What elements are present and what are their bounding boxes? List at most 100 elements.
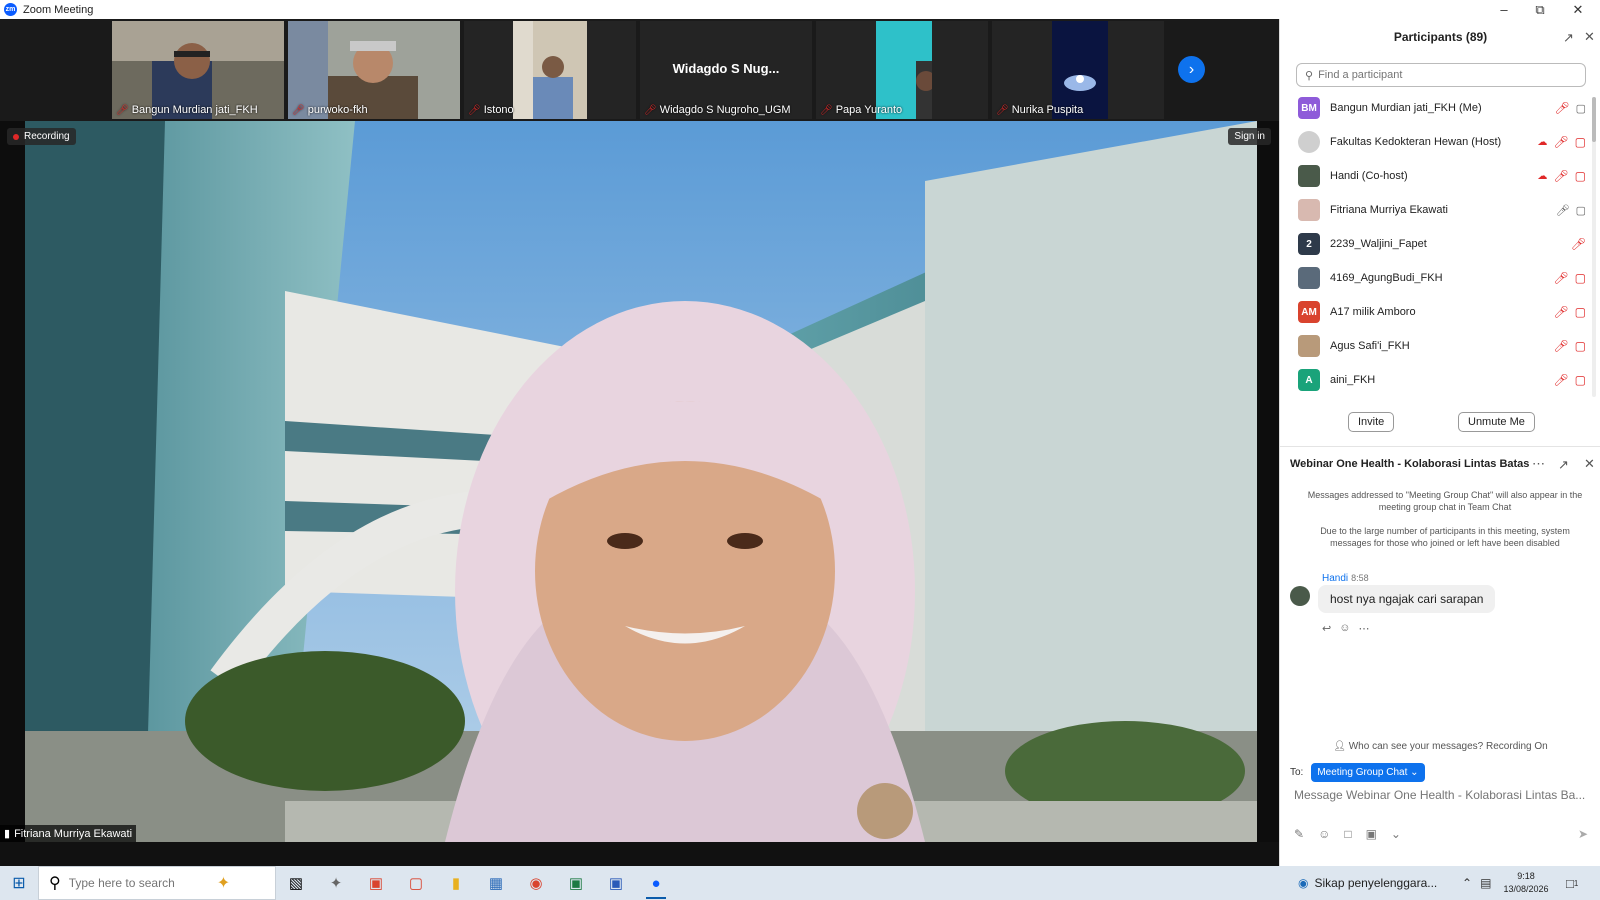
mic-muted-icon: 🎤︎ [292, 104, 305, 116]
message-sender[interactable]: Handi [1322, 573, 1348, 584]
mic-muted-icon[interactable]: 🎤︎ [1571, 237, 1586, 251]
avatar: AM [1298, 301, 1320, 323]
notification-icon[interactable]: □ 1 [1566, 866, 1578, 900]
window-title: Zoom Meeting [23, 3, 94, 16]
message-actions: ↩ ☺ ⋯ [1322, 622, 1369, 635]
close-window-button[interactable]: ✕ [1560, 0, 1596, 19]
scrollbar-thumb[interactable] [1592, 97, 1596, 142]
emoji-react-icon[interactable]: ☺ [1339, 622, 1350, 635]
video-tile[interactable]: 🎤︎ Bangun Murdian jati_FKH [112, 21, 284, 119]
chat-message[interactable]: host nya ngajak cari sarapan [1318, 585, 1496, 613]
mic-muted-icon[interactable]: 🎤︎ [1553, 169, 1568, 183]
title-bar: zm Zoom Meeting – ⧉ ✕ [0, 0, 1600, 19]
mic-muted-icon[interactable]: 🎤︎ [1553, 339, 1568, 353]
taskbar-search-input[interactable] [68, 876, 209, 890]
camera-off-icon[interactable]: ▢ [1575, 305, 1586, 319]
clock[interactable]: 9:18 13/08/2026 [1496, 870, 1556, 896]
avatar [1298, 131, 1320, 153]
video-tile[interactable]: 🎤︎ Nurika Puspita [992, 21, 1164, 119]
meeting-area: 🎤︎ Bangun Murdian jati_FKH 🎤︎ purwoko-fkh … [0, 19, 1279, 866]
next-page-arrow-icon[interactable]: › [1178, 56, 1205, 83]
participant-row[interactable]: 4169_AgungBudi_FKH 🎤︎ ▢ [1280, 261, 1590, 295]
mic-muted-icon[interactable]: 🎤︎ [1554, 101, 1569, 115]
windows-start-icon[interactable]: ⊞ [0, 866, 38, 900]
participant-scrollbar[interactable] [1592, 97, 1596, 397]
bird-app-icon[interactable]: ✦ [316, 866, 356, 900]
app-icon[interactable]: ▣ [356, 866, 396, 900]
close-chat-icon[interactable]: ✕ [1584, 456, 1595, 472]
task-view-icon[interactable]: ▧ [276, 866, 316, 900]
participant-search-input[interactable] [1318, 69, 1569, 81]
participant-row[interactable]: Fakultas Kedokteran Hewan (Host) ☁ 🎤︎ ▢ [1280, 125, 1590, 159]
camera-off-icon[interactable]: ▢ [1575, 169, 1586, 183]
message-meta: Handi 8:58 [1322, 573, 1369, 584]
restore-button[interactable]: ⧉ [1522, 0, 1558, 19]
search-icon: ⚲ [49, 875, 61, 892]
participant-row[interactable]: Handi (Co-host) ☁ 🎤︎ ▢ [1280, 159, 1590, 193]
avatar [1298, 335, 1320, 357]
emoji-icon[interactable]: ☺ [1318, 827, 1330, 841]
side-panel: Participants (89) ↗ ✕ ⚲ BM Bangun Murdia… [1279, 19, 1600, 866]
screenshot-icon[interactable]: ▣ [1366, 827, 1377, 841]
more-icon[interactable]: ⋯ [1358, 622, 1369, 635]
mic-muted-icon[interactable]: 🎤︎ [1553, 135, 1568, 149]
camera-off-icon[interactable]: ▢ [1575, 339, 1586, 353]
mic-muted-icon[interactable]: 🎤︎ [1553, 373, 1568, 387]
network-icon[interactable]: ▤ [1480, 876, 1491, 890]
mic-muted-icon[interactable]: 🎤︎ [1553, 271, 1568, 285]
send-icon[interactable]: ➤ [1578, 827, 1588, 841]
mic-on-icon[interactable]: 🎤︎ [1556, 204, 1570, 217]
invite-button[interactable]: Invite [1348, 412, 1395, 432]
news-widget[interactable]: ◉ Sikap penyelenggara... [1298, 866, 1437, 900]
chat-message-input[interactable] [1294, 788, 1590, 802]
app-icon[interactable]: ▢ [396, 866, 436, 900]
search-icon: ⚲ [1305, 69, 1314, 82]
participant-row[interactable]: AM A17 milik Amboro 🎤︎ ▢ [1280, 295, 1590, 329]
tile-name: 🎤︎ Nurika Puspita [996, 104, 1084, 116]
recipient-dropdown[interactable]: Meeting Group Chat ⌄ [1311, 763, 1425, 782]
excel-icon[interactable]: ▣ [556, 866, 596, 900]
sign-in-button[interactable]: Sign in [1228, 128, 1271, 145]
camera-icon[interactable]: ▢ [1576, 204, 1586, 217]
video-tile[interactable]: 🎤︎ Papa Yuranto [816, 21, 988, 119]
unmute-me-button[interactable]: Unmute Me [1458, 412, 1535, 432]
calculator-icon[interactable]: ▦ [476, 866, 516, 900]
taskbar-search[interactable]: ⚲ ✦ [38, 866, 276, 900]
participant-row[interactable]: Agus Safi'i_FKH 🎤︎ ▢ [1280, 329, 1590, 363]
participant-row[interactable]: 2 2239_Waljini_Fapet 🎤︎ [1280, 227, 1590, 261]
reply-icon[interactable]: ↩ [1322, 622, 1331, 635]
participant-row[interactable]: BM Bangun Murdian jati_FKH (Me) 🎤︎ ▢ [1280, 91, 1590, 125]
to-label: To: [1290, 767, 1304, 778]
camera-icon[interactable]: ▢ [1576, 102, 1586, 115]
participant-row[interactable]: Fitriana Murriya Ekawati 🎤︎ ▢ [1280, 193, 1590, 227]
camera-off-icon[interactable]: ▢ [1575, 271, 1586, 285]
chevron-up-icon[interactable]: ⌃ [1462, 876, 1472, 890]
mic-muted-icon[interactable]: 🎤︎ [1553, 305, 1568, 319]
chevron-down-icon[interactable]: ⌄ [1391, 827, 1401, 841]
zoom-logo-icon: zm [4, 3, 17, 16]
avatar [1290, 586, 1310, 606]
zoom-taskbar-icon[interactable]: ● [636, 866, 676, 900]
word-icon[interactable]: ▣ [596, 866, 636, 900]
camera-off-icon[interactable]: ▢ [1575, 373, 1586, 387]
file-explorer-icon[interactable]: ▮ [436, 866, 476, 900]
file-icon[interactable]: □ [1344, 827, 1351, 841]
participants-header: Participants (89) [1280, 19, 1600, 55]
speaker-video-frame [25, 121, 1257, 842]
recording-indicator[interactable]: Recording [7, 128, 76, 145]
camera-off-icon[interactable]: ▢ [1575, 135, 1586, 149]
video-tile[interactable]: 🎤︎ purwoko-fkh [288, 21, 460, 119]
popout-chat-icon[interactable]: ↗ [1558, 457, 1569, 473]
video-tile[interactable]: 🎤︎ Istono [464, 21, 636, 119]
mic-muted-icon: 🎤︎ [996, 104, 1009, 116]
chrome-icon[interactable]: ◉ [516, 866, 556, 900]
format-icon[interactable]: ✎ [1294, 827, 1304, 841]
more-options-icon[interactable]: ⋯ [1532, 456, 1545, 472]
participant-search[interactable]: ⚲ [1296, 63, 1586, 87]
message-visibility-note[interactable]: 👤︎ Who can see your messages? Recording … [1280, 741, 1600, 752]
video-tile[interactable]: Widagdo S Nug... 🎤︎ Widagdo S Nugroho_UGM [640, 21, 812, 119]
close-panel-icon[interactable]: ✕ [1584, 29, 1595, 45]
participant-row[interactable]: A aini_FKH 🎤︎ ▢ [1280, 363, 1590, 397]
popout-icon[interactable]: ↗ [1563, 30, 1574, 46]
minimize-button[interactable]: – [1486, 0, 1522, 19]
